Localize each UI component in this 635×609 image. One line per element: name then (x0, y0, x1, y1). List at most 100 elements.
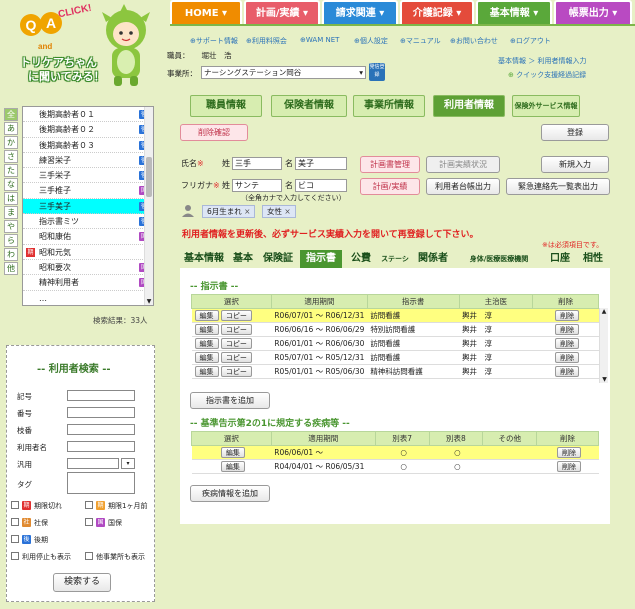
tab-staff[interactable]: 職員情報 (190, 95, 262, 117)
table-row[interactable]: 編集 コピー R05/07/01 〜 R05/12/31 訪問看護 輿井 淳 削除 (191, 350, 599, 365)
copy-button[interactable]: コピー (220, 366, 252, 377)
add-disease-button[interactable]: 疾病情報を追加 (190, 485, 270, 502)
kana-ma[interactable]: ま (4, 206, 18, 219)
link-contact[interactable]: ⊕お問い合わせ (450, 36, 498, 46)
instruction-scrollbar[interactable]: ▲ ▼ (599, 308, 608, 383)
kana-ta[interactable]: た (4, 164, 18, 177)
kana-na[interactable]: な (4, 178, 18, 191)
table-row[interactable]: 編集 コピー R05/01/01 〜 R05/06/30 精神科訪問看護 輿井 淳… (191, 364, 599, 379)
list-item[interactable]: 昭和康佑国 (23, 229, 153, 245)
list-item[interactable]: … (23, 291, 153, 305)
add-instruction-button[interactable]: 指示書を追加 (190, 392, 270, 409)
emergency-list-button[interactable]: 緊急連絡先一覧表出力 (506, 178, 610, 195)
tab-user-info[interactable]: 利用者情報 (433, 95, 505, 117)
nav-care-record[interactable]: 介護記録 ▾ (400, 0, 474, 24)
edit-button[interactable]: 編集 (194, 366, 219, 377)
number-input[interactable] (67, 407, 135, 418)
mei-kana-input[interactable]: ビコ (295, 179, 347, 192)
list-item[interactable]: 指示書ミツ後 (23, 214, 153, 230)
new-entry-button[interactable]: 新規入力 (541, 156, 609, 173)
delete-confirm-button[interactable]: 削除確認 (180, 124, 248, 141)
subtab-related[interactable]: 関係者 (412, 250, 454, 268)
mei-input[interactable]: 美子 (295, 157, 347, 170)
subtab-station[interactable]: ステーション (378, 250, 412, 281)
table-row[interactable]: 編集 コピー R06/06/16 〜 R06/06/29 特別訪問看護 輿井 淳 … (191, 322, 599, 337)
tab-office[interactable]: 事業所情報 (353, 95, 425, 117)
list-item[interactable]: 三手椎子国 (23, 183, 153, 199)
copy-button[interactable]: コピー (220, 352, 252, 363)
delete-button[interactable]: 削除 (555, 338, 580, 349)
list-item[interactable]: 練習栄子後 (23, 153, 153, 169)
subtab-basic[interactable]: 基本 (228, 250, 258, 268)
office-badge[interactable]: 発信登録 (369, 63, 385, 81)
edit-button[interactable]: 編集 (194, 352, 219, 363)
subtab-public[interactable]: 公費 (346, 250, 376, 268)
sei-kana-input[interactable]: サンテ (232, 179, 282, 192)
plan-status-button[interactable]: 計画実績状況 (426, 156, 500, 173)
nav-basic-info[interactable]: 基本情報 ▾ (476, 0, 552, 24)
list-item[interactable]: 三手美子後 (23, 198, 153, 215)
tag-birth-month[interactable]: 6月生まれ × (202, 205, 256, 218)
kana-sa[interactable]: さ (4, 150, 18, 163)
nav-billing[interactable]: 請求関連 ▾ (322, 0, 398, 24)
kana-all[interactable]: 全 (4, 108, 18, 121)
tab-non-insured[interactable]: 保険外サービス情報 (512, 95, 580, 117)
subtab-account[interactable]: 口座 (545, 250, 575, 268)
plan-manage-button[interactable]: 計画書管理 (360, 156, 420, 173)
branch-input[interactable] (67, 424, 135, 435)
edit-button[interactable]: 編集 (194, 324, 219, 335)
list-scrollbar[interactable]: ▼ (144, 107, 153, 305)
show-stopped-checkbox[interactable] (11, 552, 19, 560)
near-expiry-checkbox[interactable] (85, 501, 93, 509)
sei-input[interactable]: 三手 (232, 157, 282, 170)
show-other-office-checkbox[interactable] (85, 552, 93, 560)
national-checkbox[interactable] (85, 518, 93, 526)
table-row[interactable]: 編集 コピー R06/07/01 〜 R06/12/31 訪問看護 輿井 淳 削除 (191, 308, 599, 323)
tag-female[interactable]: 女性 × (262, 205, 296, 218)
edit-button[interactable]: 編集 (220, 447, 245, 458)
link-personal[interactable]: ⊕個人設定 (354, 36, 388, 46)
edit-button[interactable]: 編集 (220, 461, 245, 472)
logo[interactable]: Q A CLICK! and トリケアちゃん に聞いてみる！ (0, 0, 170, 92)
latter-checkbox[interactable] (11, 535, 19, 543)
list-item[interactable]: 精神利用者国 (23, 275, 153, 291)
quick-record-link[interactable]: ⊕ クイック支援経過記録 (508, 70, 586, 80)
nav-report-output[interactable]: 帳票出力 ▾ (554, 0, 632, 24)
delete-button[interactable]: 削除 (555, 310, 580, 321)
list-item[interactable]: 期昭和元気 (23, 245, 153, 260)
tag-input[interactable] (67, 472, 135, 494)
link-fee[interactable]: ⊕利用料照会 (246, 36, 287, 46)
list-item[interactable]: 昭和要次国 (23, 260, 153, 276)
delete-button[interactable]: 削除 (557, 447, 582, 458)
list-item[interactable]: 三手栄子後 (23, 168, 153, 184)
copy-button[interactable]: コピー (220, 310, 252, 321)
nav-home[interactable]: HOME ▾ (170, 0, 242, 24)
subtab-basic-info[interactable]: 基本情報 (182, 250, 226, 268)
ledger-output-button[interactable]: 利用者台帳出力 (426, 178, 500, 195)
subtab-medical[interactable]: 身体/医療医療機関 (456, 250, 542, 268)
link-manual[interactable]: ⊕マニュアル (400, 36, 441, 46)
kana-ra[interactable]: ら (4, 234, 18, 247)
plan-result-button[interactable]: 計画/実績 (360, 178, 420, 195)
table-row[interactable]: 編集 R06/06/01 〜 ○ ○ 削除 (191, 445, 599, 460)
table-row[interactable]: 編集 コピー R06/01/01 〜 R06/06/30 訪問看護 輿井 淳 削除 (191, 336, 599, 351)
search-button[interactable]: 検索する (53, 573, 111, 592)
register-button[interactable]: 登録 (541, 124, 609, 141)
list-item[interactable]: 後期高齢者０２後 (23, 122, 153, 138)
kana-ka[interactable]: か (4, 136, 18, 149)
nav-plan-result[interactable]: 計画/実績 ▾ (244, 0, 320, 24)
delete-button[interactable]: 削除 (555, 352, 580, 363)
link-logout[interactable]: ⊕ログアウト (510, 36, 551, 46)
kana-other[interactable]: 他 (4, 262, 18, 275)
kana-ya[interactable]: や (4, 220, 18, 233)
link-support[interactable]: ⊕サポート情報 (190, 36, 238, 46)
copy-button[interactable]: コピー (220, 324, 252, 335)
link-wamnet[interactable]: ⊕WAM NET (300, 36, 339, 44)
subtab-insurance[interactable]: 保険証 (259, 250, 297, 268)
username-input[interactable] (67, 441, 135, 452)
delete-button[interactable]: 削除 (555, 366, 580, 377)
kana-a[interactable]: あ (4, 122, 18, 135)
table-row[interactable]: 編集 R04/04/01 〜 R06/05/31 ○ ○ 削除 (191, 459, 599, 474)
social-checkbox[interactable] (11, 518, 19, 526)
list-item[interactable]: 後期高齢者０１後 (23, 107, 153, 123)
